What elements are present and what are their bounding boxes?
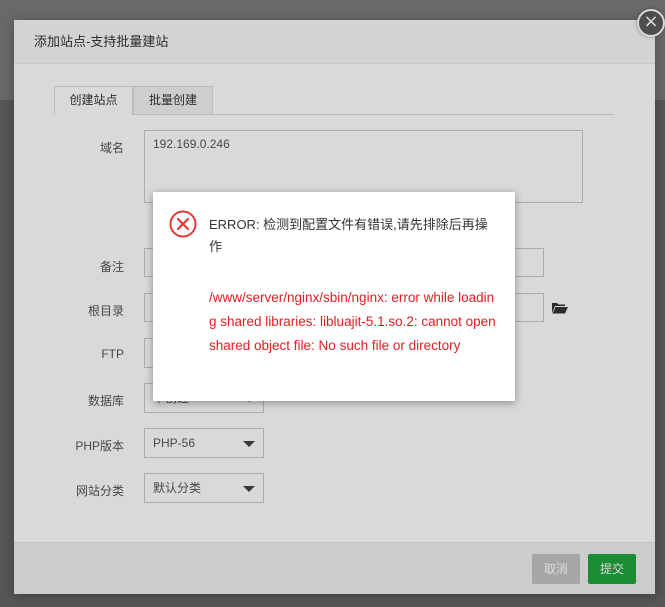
error-title: ERROR: 检测到配置文件有错误,请先排除后再操作 (209, 217, 488, 254)
error-dialog: ERROR: 检测到配置文件有错误,请先排除后再操作 /www/server/n… (153, 192, 515, 401)
error-detail: /www/server/nginx/sbin/nginx: error whil… (209, 290, 496, 353)
error-circle-icon (169, 210, 197, 238)
